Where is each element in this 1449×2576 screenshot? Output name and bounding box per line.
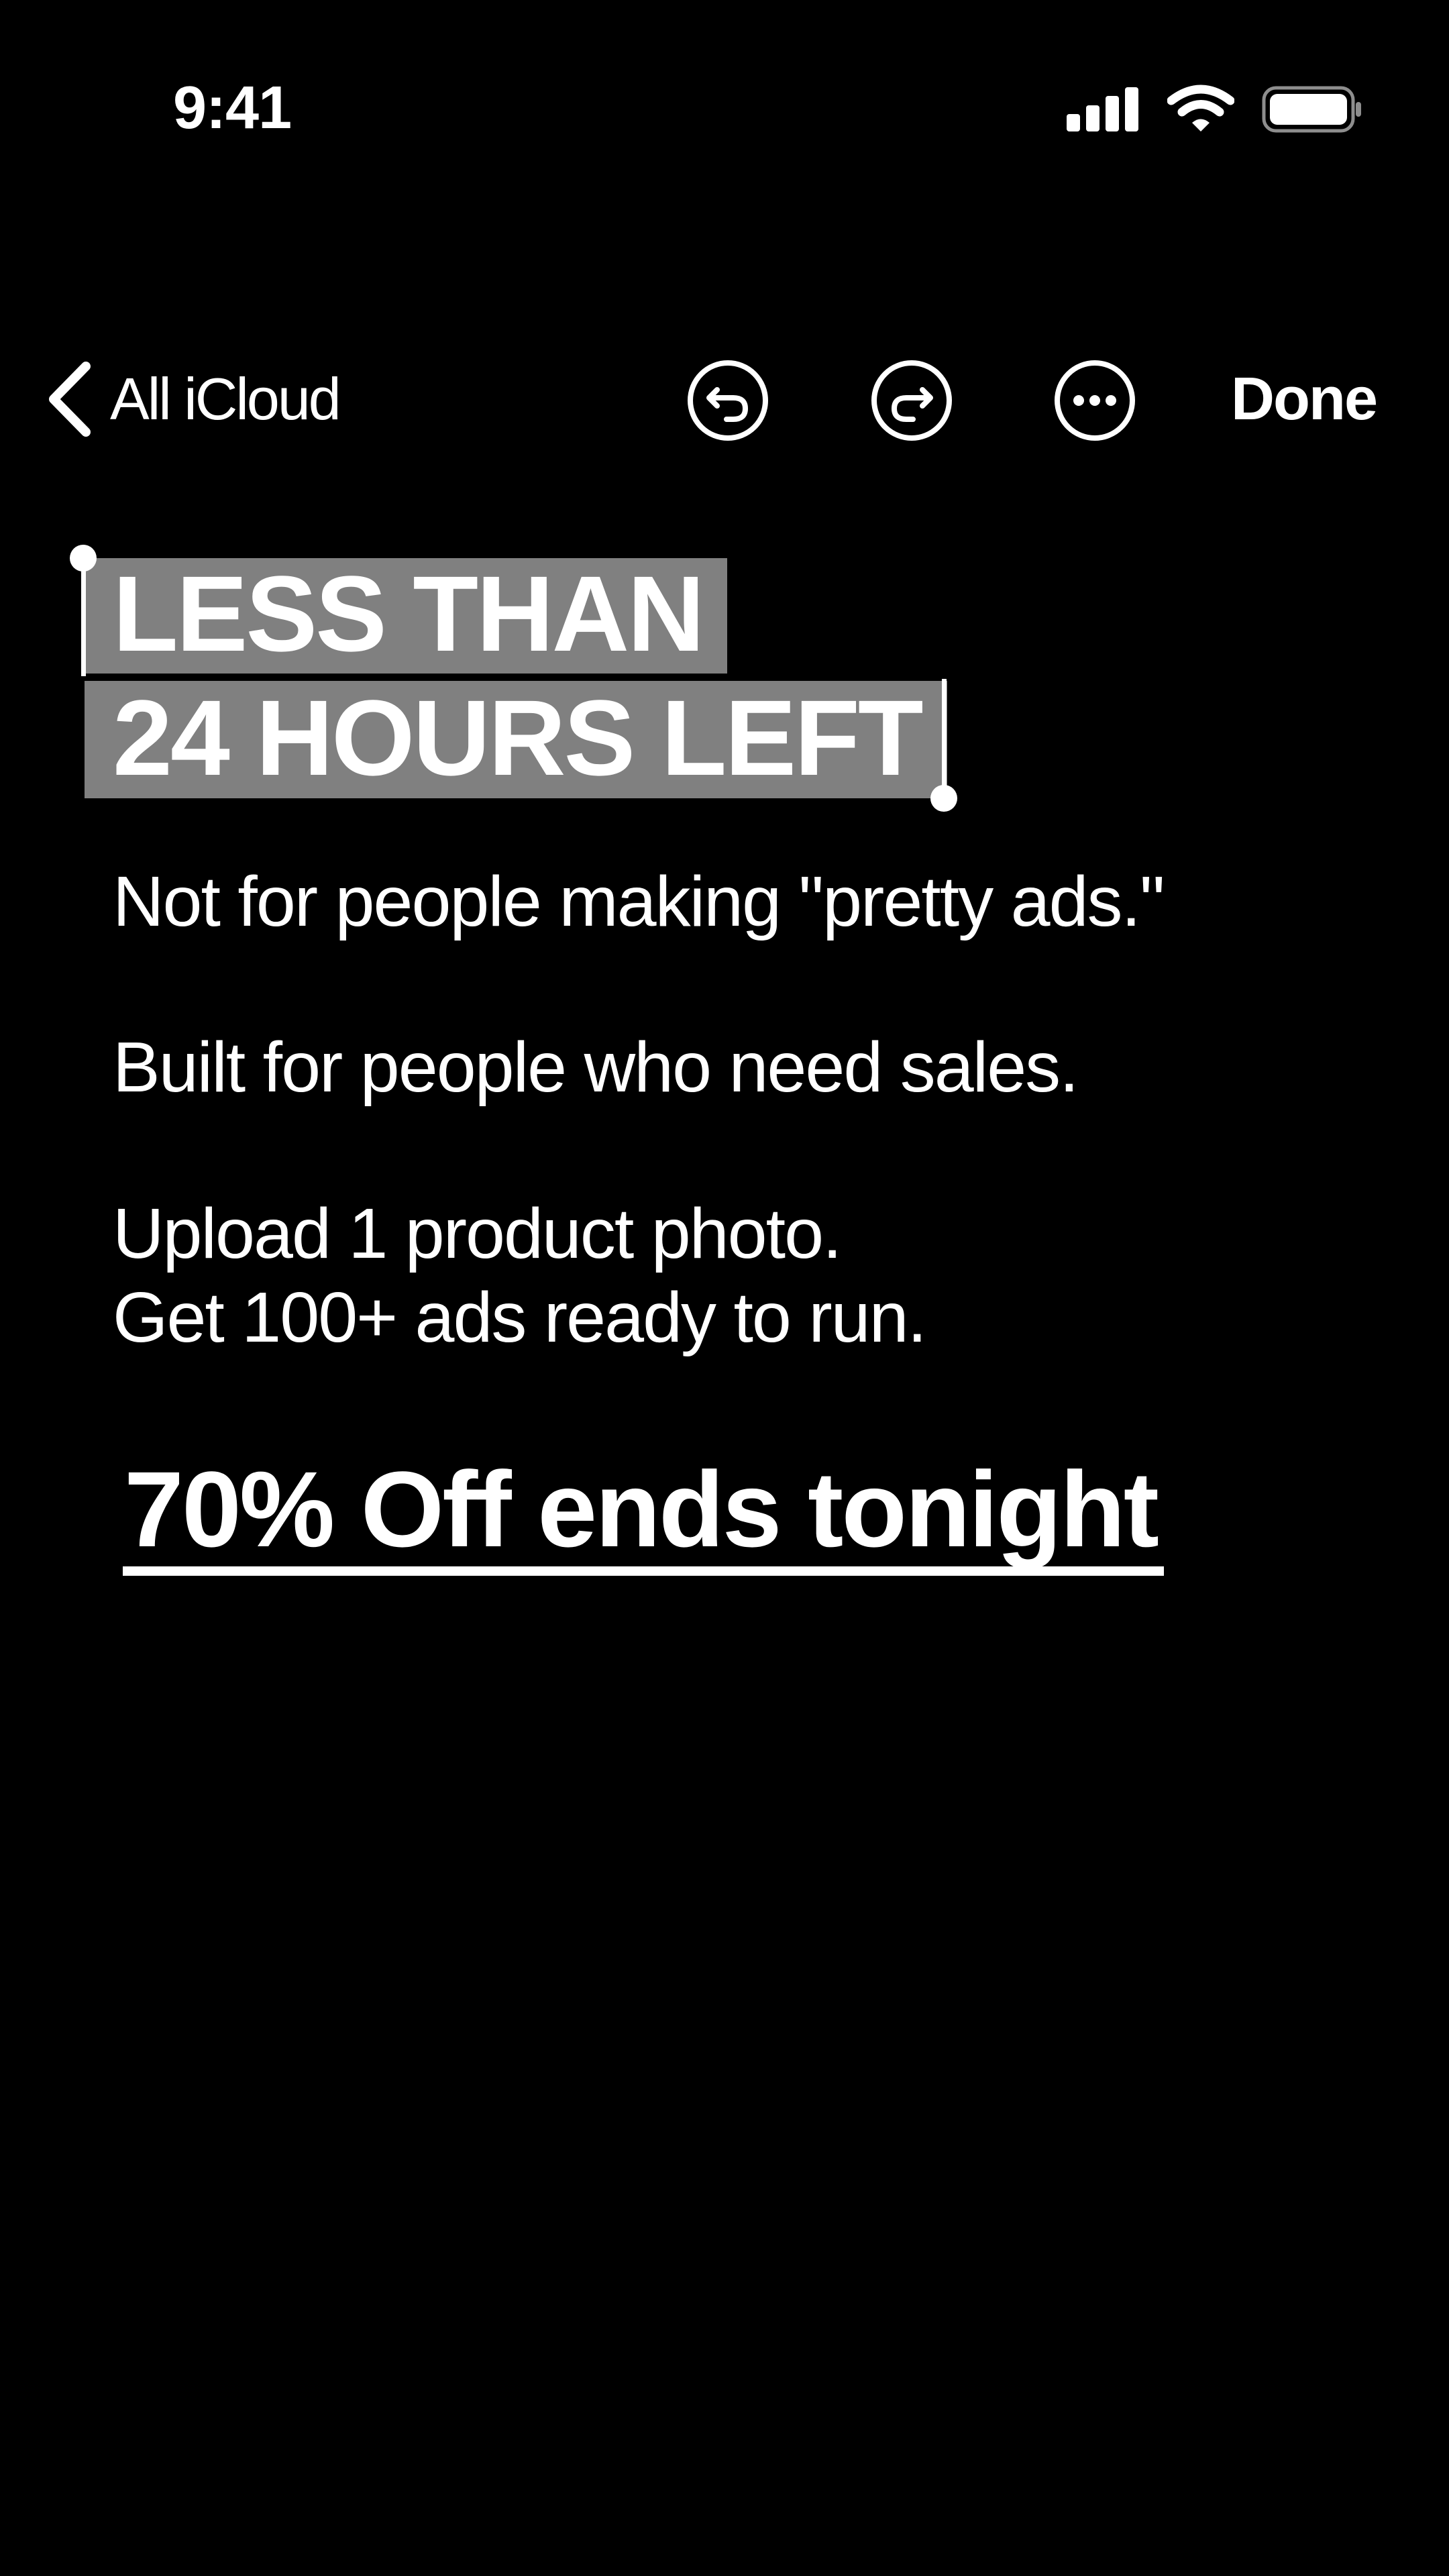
status-time: 9:41	[173, 74, 292, 142]
redo-button[interactable]	[870, 359, 953, 442]
back-button[interactable]: All iCloud	[42, 356, 341, 443]
battery-icon	[1262, 86, 1361, 133]
wifi-icon	[1167, 85, 1234, 131]
back-button-label: All iCloud	[110, 366, 341, 432]
more-icon	[1055, 360, 1135, 441]
note-body-line[interactable]: Not for people making "pretty ads."	[113, 859, 1165, 945]
more-button[interactable]	[1053, 359, 1136, 442]
selection-start-handle[interactable]	[70, 545, 97, 572]
undo-button[interactable]	[686, 359, 769, 442]
note-body-line[interactable]: Built for people who need sales.	[113, 1024, 1079, 1110]
cta-underline	[123, 1566, 1164, 1576]
redo-icon	[871, 360, 952, 441]
done-button[interactable]: Done	[1231, 356, 1378, 443]
note-heading-line[interactable]: 24 HOURS LEFT	[113, 678, 924, 798]
note-body-line[interactable]: Get 100+ ads ready to run.	[113, 1275, 927, 1360]
note-heading-line[interactable]: LESS THAN	[113, 553, 705, 674]
note-body-line[interactable]: Upload 1 product photo.	[113, 1191, 842, 1277]
cellular-signal-icon	[1067, 87, 1138, 131]
status-icons	[1067, 80, 1362, 137]
selection-end-caret	[942, 679, 947, 798]
note-cta-text[interactable]: 70% Off ends tonight	[124, 1449, 1159, 1570]
undo-icon	[688, 360, 768, 441]
chevron-left-icon	[49, 362, 91, 437]
selection-end-handle[interactable]	[930, 785, 957, 812]
selection-start-caret	[81, 557, 86, 676]
